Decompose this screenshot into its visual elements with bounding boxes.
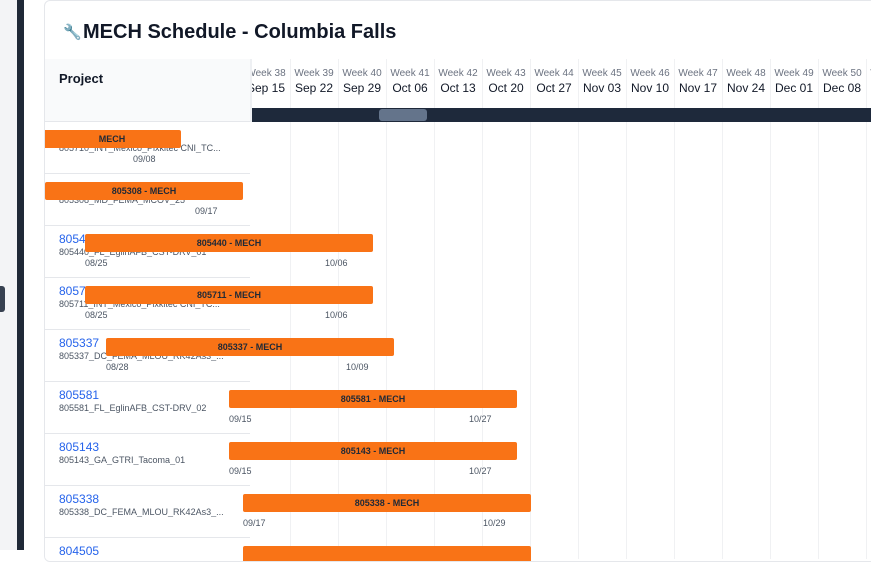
bar-start-date: 08/25 — [85, 258, 108, 268]
week-column-header: Week 43 Oct 20 — [482, 59, 530, 106]
week-date: Nov 24 — [726, 81, 766, 95]
week-column-header: Week 47 Nov 17 — [674, 59, 722, 106]
week-label: Week 48 — [726, 68, 766, 79]
bar-end-date: 09/08 — [133, 154, 156, 164]
week-label: Week 40 — [342, 68, 382, 79]
week-column-header: Week 39 Sep 22 — [290, 59, 338, 106]
project-id-link[interactable]: 805143 — [59, 440, 99, 454]
week-label: Week 47 — [678, 68, 718, 79]
bar-end-date: 10/27 — [469, 414, 492, 424]
week-label: Week 49 — [774, 68, 814, 79]
project-cell: 804505 — [45, 538, 250, 561]
project-id-link[interactable]: 805581 — [59, 388, 99, 402]
schedule-bar[interactable]: 805337 - MECH — [106, 338, 394, 356]
schedule-bar[interactable]: 805711 - MECH — [85, 286, 373, 304]
bar-end-date: 10/06 — [325, 258, 348, 268]
week-label: Week 41 — [390, 68, 430, 79]
schedule-card: 🔧 MECH Schedule - Columbia Falls Week 38… — [44, 0, 871, 562]
bar-end-date: 10/09 — [346, 362, 369, 372]
project-id-link[interactable]: 804505 — [59, 544, 99, 558]
page-title: 🔧 MECH Schedule - Columbia Falls — [63, 19, 396, 45]
project-row[interactable]: 804505 — [45, 538, 871, 561]
bar-end-date: 09/17 — [195, 206, 218, 216]
week-column-header: Week 42 Oct 13 — [434, 59, 482, 106]
schedule-bar[interactable]: 805581 - MECH — [229, 390, 517, 408]
week-date: Nov 17 — [678, 81, 718, 95]
week-label: Week 45 — [582, 68, 622, 79]
week-column-header: Week 41 Oct 06 — [386, 59, 434, 106]
sidebar-edge — [17, 0, 24, 550]
project-cell: 805581 805581_FL_EglinAFB_CST-DRV_02 — [45, 382, 250, 434]
week-label: Week 39 — [294, 68, 334, 79]
bar-start-date: 09/15 — [229, 466, 252, 476]
project-row[interactable]: 805581 805581_FL_EglinAFB_CST-DRV_02 80558… — [45, 382, 871, 434]
week-date: Sep 22 — [294, 81, 334, 95]
project-column-header[interactable]: Project — [45, 59, 250, 122]
scrollbar-thumb[interactable] — [379, 109, 427, 121]
bar-start-date: 09/15 — [229, 414, 252, 424]
project-row[interactable]: 805308805308_MD_FEMA_MCOV_25805308 - MEC… — [45, 174, 871, 226]
sidebar-rail — [0, 0, 24, 550]
project-id-link[interactable]: 805337 — [59, 336, 99, 350]
project-row[interactable]: 805338 805338_DC_FEMA_MLOU_RK42As3_... 805… — [45, 486, 871, 538]
timeline-scrollbar[interactable] — [250, 108, 871, 122]
project-row[interactable]: 805143 805143_GA_GTRI_Tacoma_01 805143 - M… — [45, 434, 871, 486]
week-column-header: Week 46 Nov 10 — [626, 59, 674, 106]
week-date: Oct 13 — [440, 81, 476, 95]
bar-start-date: 08/28 — [106, 362, 129, 372]
wrench-icon: 🔧 — [63, 24, 82, 41]
bar-start-date: 08/25 — [85, 310, 108, 320]
bar-start-date: 09/17 — [243, 518, 266, 528]
week-date: Oct 20 — [488, 81, 524, 95]
schedule-bar[interactable]: 805338 - MECH — [243, 494, 531, 512]
project-row[interactable]: 805711 805711_INT_Mexico_Pixkitec CNI_TC.… — [45, 278, 871, 330]
timeline-header: Week 38 Sep 15 Week 39 Sep 22 Week 40 Sep 29 W… — [45, 59, 871, 122]
schedule-bar[interactable]: 805143 - MECH — [229, 442, 517, 460]
week-label: Week 42 — [438, 68, 478, 79]
week-label: Week 44 — [534, 68, 574, 79]
project-row[interactable]: 805710805710_INT_Mexico_Pixkitec CNI_TC.… — [45, 122, 871, 174]
week-date: Dec 01 — [774, 81, 814, 95]
project-cell: 805338 805338_DC_FEMA_MLOU_RK42As3_... — [45, 486, 250, 538]
bar-end-date: 10/29 — [483, 518, 506, 528]
week-column-header: Week 48 Nov 24 — [722, 59, 770, 106]
week-date: Nov 03 — [582, 81, 622, 95]
project-name: 805143_GA_GTRI_Tacoma_01 — [59, 455, 186, 465]
project-id-link[interactable]: 805338 — [59, 492, 99, 506]
week-column-header: Week 44 Oct 27 — [530, 59, 578, 106]
week-date: Dec 15 — [866, 81, 871, 95]
bar-end-date: 10/06 — [325, 310, 348, 320]
schedule-bar[interactable]: 805440 - MECH — [85, 234, 373, 252]
week-date: Dec 08 — [822, 81, 862, 95]
week-label: Week 51 — [866, 68, 871, 79]
schedule-bar[interactable]: 805308 - MECH — [45, 182, 243, 200]
page-title-text: MECH Schedule - Columbia Falls — [83, 20, 397, 43]
schedule-bar[interactable] — [243, 546, 531, 561]
project-row[interactable]: 805337 805337_DC_FEMA_MLOU_RK42As3_... 805… — [45, 330, 871, 382]
week-label: Week 50 — [822, 68, 862, 79]
project-row[interactable]: 805440 805440_FL_EglinAFB_CST-DRV_01 80544… — [45, 226, 871, 278]
week-column-header: Week 45 Nov 03 — [578, 59, 626, 106]
bar-end-date: 10/27 — [469, 466, 492, 476]
week-column-header: Week 51 Dec 15 — [866, 59, 871, 106]
project-column-label: Project — [59, 71, 104, 86]
week-label: Week 46 — [630, 68, 670, 79]
schedule-bar[interactable]: MECH — [45, 130, 181, 148]
week-date: Oct 27 — [536, 81, 572, 95]
week-date: Nov 10 — [630, 81, 670, 95]
project-cell: 805143 805143_GA_GTRI_Tacoma_01 — [45, 434, 250, 486]
week-column-header: Week 40 Sep 29 — [338, 59, 386, 106]
week-column-header: Week 49 Dec 01 — [770, 59, 818, 106]
week-column-header: Week 50 Dec 08 — [818, 59, 866, 106]
week-date: Oct 06 — [392, 81, 428, 95]
sidebar-collapse-handle[interactable] — [0, 286, 5, 312]
project-name: 805581_FL_EglinAFB_CST-DRV_02 — [59, 403, 207, 413]
project-name: 805338_DC_FEMA_MLOU_RK42As3_... — [59, 507, 224, 517]
week-date: Sep 29 — [342, 81, 382, 95]
week-label: Week 43 — [486, 68, 526, 79]
